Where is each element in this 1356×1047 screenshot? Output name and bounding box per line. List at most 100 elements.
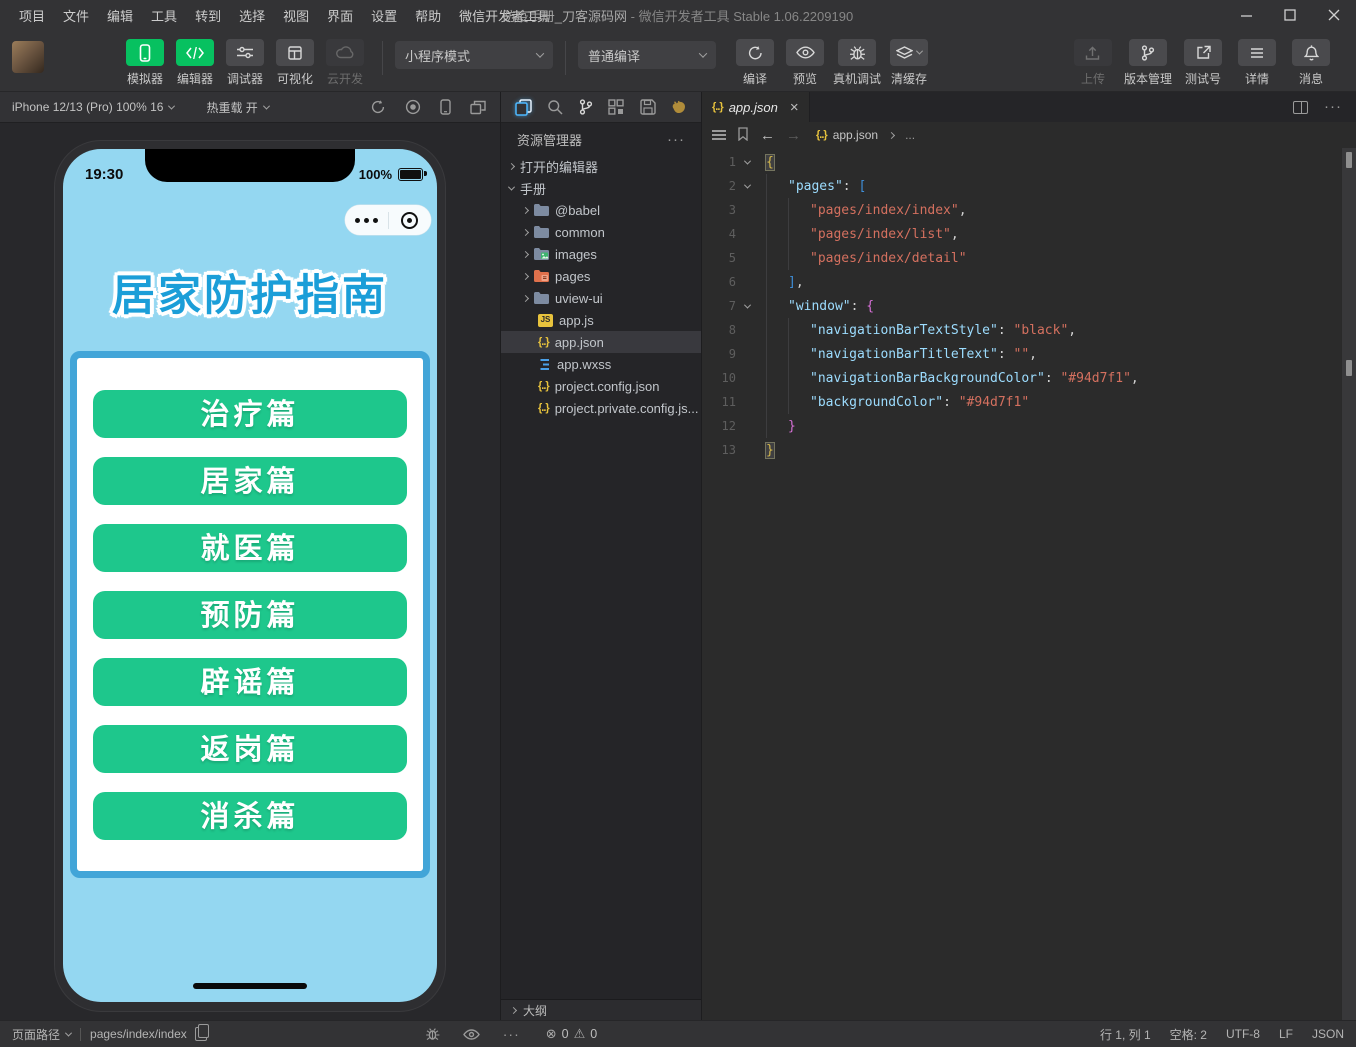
branch-icon[interactable] [579,99,593,115]
status--2[interactable]: 空格: 2 [1170,1026,1207,1043]
menu-界面[interactable]: 界面 [318,0,362,30]
outline-list-icon[interactable] [712,128,726,143]
search-icon[interactable] [547,99,563,115]
menu-选择[interactable]: 选择 [230,0,274,30]
outline-section[interactable]: 大纲 [501,999,701,1020]
status--1-1[interactable]: 行 1, 列 1 [1100,1026,1151,1043]
eye-icon[interactable] [462,1028,480,1040]
code-line-1[interactable]: 1{ [702,150,1356,174]
code-line-3[interactable]: 3 "pages/index/index", [702,198,1356,222]
simulator-button[interactable]: 模拟器 [120,39,170,87]
grid-icon[interactable] [608,99,624,115]
tree-item--[interactable]: 打开的编辑器 [501,155,701,177]
tab-app-json[interactable]: {..} app.json × [702,92,810,122]
mode-select[interactable]: 小程序模式 [395,41,553,69]
code-line-10[interactable]: 10 "navigationBarBackgroundColor": "#94d7… [702,366,1356,390]
fold-chevron-icon[interactable] [736,301,758,309]
menu-项目[interactable]: 项目 [10,0,54,30]
page-path-label[interactable]: 页面路径 [12,1026,60,1043]
visualize-button[interactable]: 可视化 [270,39,320,87]
tree-item-project.config.json[interactable]: {..} project.config.json [501,375,701,397]
line-number: 1 [728,155,736,169]
minimize-button[interactable] [1224,0,1268,30]
record-icon[interactable] [405,99,421,115]
rotate-icon[interactable] [370,99,386,115]
copy-icon[interactable] [194,1024,210,1041]
tree-item-app.js[interactable]: JS app.js [501,309,701,331]
code-editor[interactable]: 1{2 "pages": [3 "pages/index/index", 4 "page… [702,148,1356,1020]
menu-帮助[interactable]: 帮助 [406,0,450,30]
code-line-12[interactable]: 12} [702,414,1356,438]
code-line-5[interactable]: 5 "pages/index/detail" [702,246,1356,270]
split-editor-icon[interactable] [1293,100,1308,114]
tree-item-app.wxss[interactable]: app.wxss [501,353,701,375]
code-line-13[interactable]: 13} [702,438,1356,462]
code-line-9[interactable]: 9 "navigationBarTitleText": "", [702,342,1356,366]
code-line-2[interactable]: 2 "pages": [ [702,174,1356,198]
breadcrumb-file[interactable]: {..} app.json [816,128,878,142]
clear-cache-button[interactable]: 清缓存 [884,39,934,87]
status-UTF-8[interactable]: UTF-8 [1226,1027,1260,1041]
fold-chevron-icon[interactable] [736,181,758,189]
menu-文件[interactable]: 文件 [54,0,98,30]
more-actions-icon[interactable]: ··· [667,131,685,148]
phone-menu-button-6[interactable]: 返岗篇 [93,725,407,773]
test-account-button[interactable]: 测试号 [1176,39,1230,87]
menu-编辑[interactable]: 编辑 [98,0,142,30]
bookmark-icon[interactable] [737,126,749,144]
forward-icon[interactable]: → [786,128,801,143]
tree-item-pages[interactable]: pages [501,265,701,287]
tree-item-uview-ui[interactable]: uview-ui [501,287,701,309]
save-icon[interactable] [639,99,656,115]
remote-debug-button[interactable]: 真机调试 [830,39,884,87]
code-line-7[interactable]: 7 "window": { [702,294,1356,318]
tree-item-common[interactable]: common [501,221,701,243]
menu-设置[interactable]: 设置 [362,0,406,30]
code-line-4[interactable]: 4 "pages/index/list", [702,222,1356,246]
menu-工具[interactable]: 工具 [142,0,186,30]
avatar[interactable] [12,41,44,73]
menu-转到[interactable]: 转到 [186,0,230,30]
phone-menu-button-2[interactable]: 居家篇 [93,457,407,505]
phone-menu-button-4[interactable]: 预防篇 [93,591,407,639]
hot-reload-toggle[interactable]: 热重载 开 [206,99,270,116]
version-manage-button[interactable]: 版本管理 [1120,39,1176,87]
menu-视图[interactable]: 视图 [274,0,318,30]
status-JSON[interactable]: JSON [1312,1027,1344,1041]
editor-button[interactable]: 编辑器 [170,39,220,87]
tree-item-app.json[interactable]: {..} app.json [501,331,701,353]
debugger-button[interactable]: 调试器 [220,39,270,87]
tree-item-@babel[interactable]: @babel [501,199,701,221]
hand-icon[interactable] [671,100,687,114]
maximize-button[interactable] [1268,0,1312,30]
compile-button[interactable]: 编译 [730,39,780,87]
code-line-6[interactable]: 6], [702,270,1356,294]
windows-icon[interactable] [470,100,486,115]
problems-indicator[interactable]: ⊗ 0 ⚠ 0 [546,1026,597,1042]
close-tab-icon[interactable]: × [790,100,799,115]
phone-menu-button-3[interactable]: 就医篇 [93,524,407,572]
close-button[interactable] [1312,0,1356,30]
phone-menu-button-5[interactable]: 辟谣篇 [93,658,407,706]
fold-chevron-icon[interactable] [736,157,758,165]
details-button[interactable]: 详情 [1230,39,1284,87]
tree-item-images[interactable]: images [501,243,701,265]
device-icon[interactable] [440,99,451,115]
preview-button[interactable]: 预览 [780,39,830,87]
back-icon[interactable]: ← [760,128,775,143]
files-icon[interactable] [515,98,532,116]
more-dots-icon[interactable] [345,217,388,223]
code-line-11[interactable]: 11 "backgroundColor": "#94d7f1" [702,390,1356,414]
phone-menu-button-1[interactable]: 治疗篇 [93,390,407,438]
message-button[interactable]: 消息 [1284,39,1338,87]
code-line-8[interactable]: 8 "navigationBarTextStyle": "black", [702,318,1356,342]
device-select[interactable]: iPhone 12/13 (Pro) 100% 16 [12,100,176,114]
minimize-target-icon[interactable] [389,211,432,229]
tree-item-project.private.config.js...[interactable]: {..} project.private.config.js... [501,397,701,419]
tree-item--[interactable]: 手册 [501,177,701,199]
bug-icon[interactable] [425,1027,440,1041]
status-LF[interactable]: LF [1279,1027,1293,1041]
editor-scrollbar[interactable] [1341,148,1356,1020]
compile-select[interactable]: 普通编译 [578,41,716,69]
phone-menu-button-7[interactable]: 消杀篇 [93,792,407,840]
